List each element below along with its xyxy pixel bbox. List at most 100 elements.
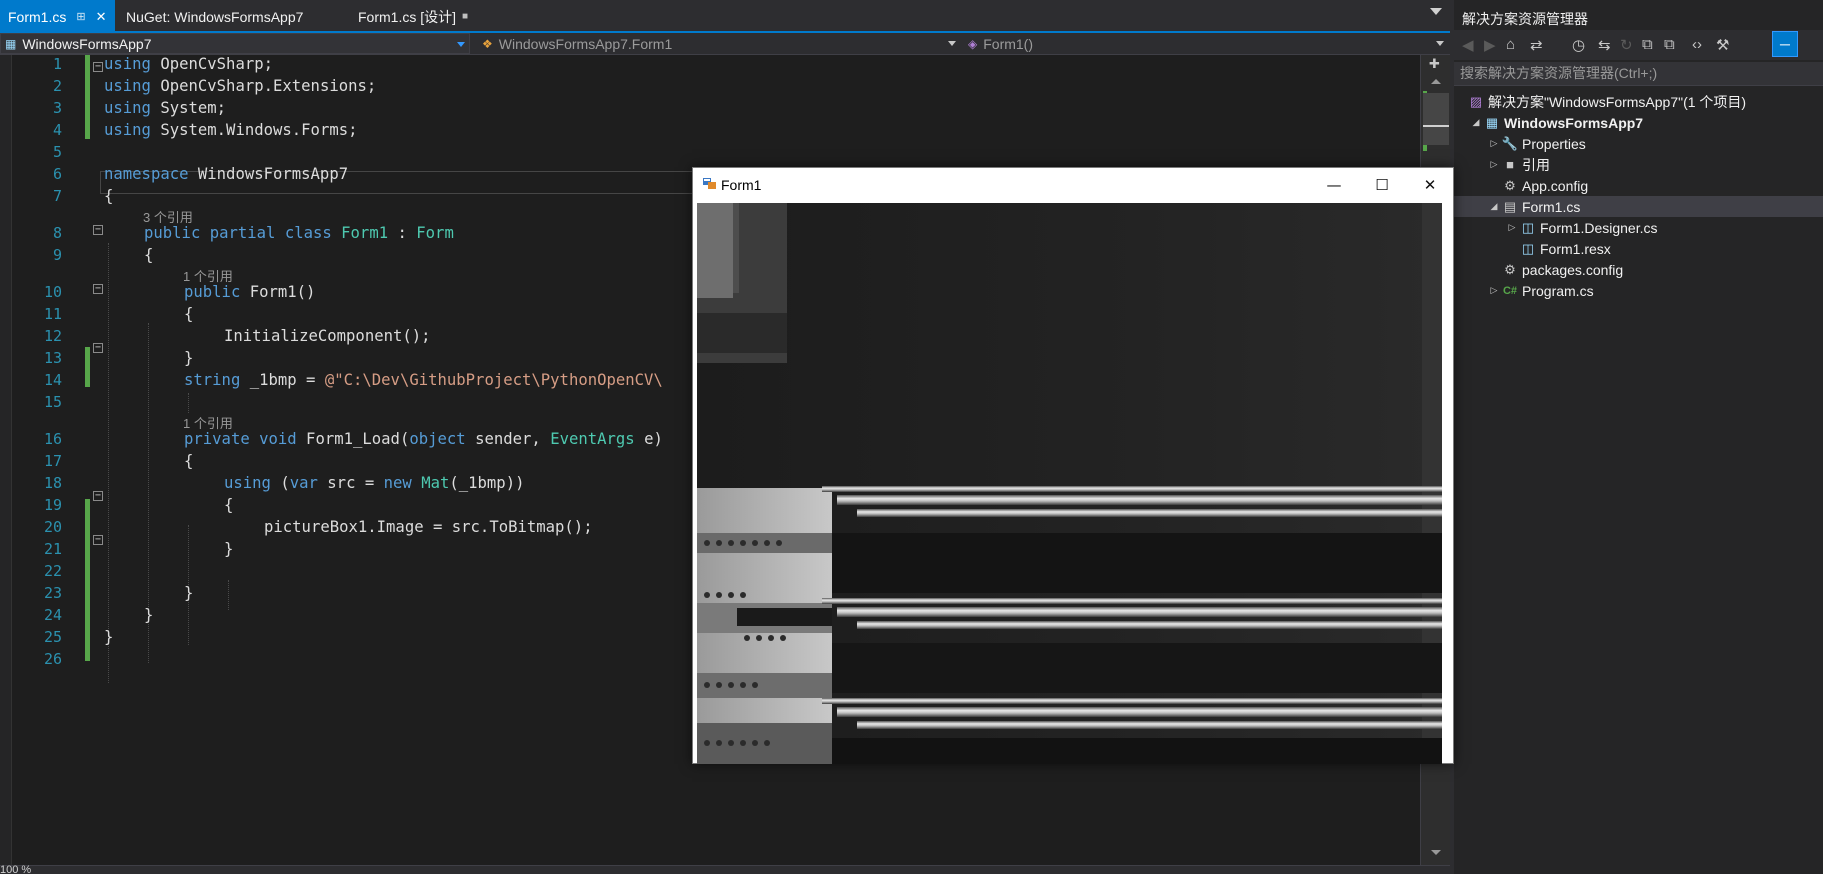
visual-studio-window: { "tabs": [ {"label": "Form1.cs", "activ… bbox=[0, 0, 1823, 874]
tab-overflow-dropdown-icon[interactable] bbox=[1430, 8, 1442, 15]
tree-item-project[interactable]: ◢ ▦ WindowsFormsApp7 bbox=[1454, 112, 1823, 133]
code-line: using System; bbox=[104, 99, 227, 117]
tree-item-solution[interactable]: ▨ 解决方案"WindowsFormsApp7"(1 个项目) bbox=[1454, 91, 1823, 112]
navigation-bar: ▦ WindowsFormsApp7 ❖ WindowsFormsApp7.Fo… bbox=[0, 33, 1450, 55]
scroll-down-icon[interactable] bbox=[1431, 850, 1441, 855]
tree-item-form1-cs[interactable]: ◢ ▤ Form1.cs bbox=[1454, 196, 1823, 217]
code-line: InitializeComponent(); bbox=[224, 327, 431, 345]
tree-item-form1-designer[interactable]: ▷ ◫ Form1.Designer.cs bbox=[1454, 217, 1823, 238]
back-icon[interactable]: ◀ bbox=[1462, 36, 1474, 54]
tab-nuget[interactable]: NuGet: WindowsFormsApp7 bbox=[118, 0, 311, 33]
properties-icon[interactable]: ⚒ bbox=[1716, 36, 1729, 54]
line-number: 17 bbox=[43, 452, 62, 470]
tree-item-app-config[interactable]: ⚙ App.config bbox=[1454, 175, 1823, 196]
forward-icon[interactable]: ▶ bbox=[1484, 36, 1496, 54]
code-line: pictureBox1.Image = src.ToBitmap(); bbox=[264, 518, 593, 536]
tree-item-packages-config[interactable]: ⚙ packages.config bbox=[1454, 259, 1823, 280]
collapsed-icon[interactable]: ▷ bbox=[1488, 159, 1500, 170]
tree-item-references[interactable]: ▷ ■ 引用 bbox=[1454, 154, 1823, 175]
minimize-button[interactable]: — bbox=[1310, 168, 1358, 202]
collapsed-icon[interactable]: ▷ bbox=[1506, 222, 1518, 233]
scroll-caret-marker bbox=[1423, 125, 1449, 127]
close-icon[interactable]: ✕ bbox=[96, 9, 107, 25]
line-number: 21 bbox=[43, 540, 62, 558]
fold-toggle[interactable]: − bbox=[93, 284, 103, 294]
member-dropdown[interactable]: ◈ Form1() bbox=[964, 33, 1448, 54]
code-line: namespace WindowsFormsApp7 bbox=[104, 165, 349, 183]
minimize-icon: — bbox=[1326, 176, 1342, 194]
expanded-icon[interactable]: ◢ bbox=[1470, 117, 1482, 128]
show-all-files-icon[interactable]: ⧉ bbox=[1664, 36, 1675, 53]
line-number: 1 bbox=[52, 55, 62, 73]
editor-margin bbox=[0, 55, 12, 865]
code-line: public partial class Form1 : Form bbox=[144, 224, 454, 242]
fold-toggle[interactable]: − bbox=[93, 535, 103, 545]
switch-views-icon[interactable]: ⇆ bbox=[1598, 36, 1611, 54]
chevron-down-icon bbox=[1436, 41, 1444, 46]
form-app-icon bbox=[703, 178, 716, 189]
collapsed-icon[interactable]: ▷ bbox=[1488, 138, 1500, 149]
expanded-icon[interactable]: ◢ bbox=[1488, 201, 1500, 212]
collapse-all-icon[interactable]: ⧉ bbox=[1642, 36, 1653, 53]
tree-item-label: Program.cs bbox=[1522, 282, 1594, 299]
preview-icon[interactable]: ─ bbox=[1772, 31, 1798, 57]
sync-icon[interactable]: ⇄ bbox=[1530, 36, 1543, 54]
line-number: 25 bbox=[43, 628, 62, 646]
tab-label: Form1.cs bbox=[8, 8, 67, 25]
tree-item-label: App.config bbox=[1522, 177, 1589, 194]
indent-guide bbox=[108, 243, 109, 683]
line-number: 16 bbox=[43, 430, 62, 448]
member-dropdown-label: Form1() bbox=[983, 35, 1034, 52]
line-number: 8 bbox=[52, 224, 62, 242]
fold-toggle[interactable]: − bbox=[93, 225, 103, 235]
fold-toggle[interactable]: − bbox=[93, 62, 103, 72]
maximize-icon: ☐ bbox=[1375, 176, 1389, 194]
document-tab-strip: Form1.cs ⊞ ✕ NuGet: WindowsFormsApp7 For… bbox=[0, 0, 1450, 33]
project-dropdown[interactable]: ▦ WindowsFormsApp7 bbox=[0, 33, 470, 54]
chevron-down-icon bbox=[457, 42, 465, 47]
tree-item-program-cs[interactable]: ▷ C# Program.cs bbox=[1454, 280, 1823, 301]
solution-explorer-title: 解决方案资源管理器 bbox=[1462, 11, 1588, 27]
tree-item-form1-resx[interactable]: ◫ Form1.resx bbox=[1454, 238, 1823, 259]
collapsed-icon[interactable]: ▷ bbox=[1488, 285, 1500, 296]
line-number: 2 bbox=[52, 77, 62, 95]
chevron-down-icon bbox=[948, 41, 956, 46]
line-number: 19 bbox=[43, 496, 62, 514]
code-line: using OpenCvSharp.Extensions; bbox=[104, 77, 377, 95]
class-dropdown[interactable]: ❖ WindowsFormsApp7.Form1 bbox=[478, 33, 960, 54]
solution-icon: ▨ bbox=[1469, 93, 1483, 109]
scrollbar-thumb[interactable] bbox=[1423, 93, 1449, 145]
line-number: 18 bbox=[43, 474, 62, 492]
form1-titlebar[interactable]: Form1 — ☐ ✕ bbox=[693, 168, 1453, 202]
wrench-icon: 🔧 bbox=[1501, 135, 1519, 151]
split-editor-icon[interactable]: ✚ bbox=[1429, 57, 1440, 72]
tab-form1-cs[interactable]: Form1.cs ⊞ ✕ bbox=[0, 0, 115, 33]
view-code-icon[interactable]: ‹› bbox=[1692, 36, 1702, 53]
form1-window[interactable]: Form1 — ☐ ✕ bbox=[692, 167, 1454, 764]
search-input[interactable] bbox=[1460, 65, 1800, 81]
home-icon[interactable]: ⌂ bbox=[1506, 36, 1515, 53]
line-number: 22 bbox=[43, 562, 62, 580]
pin-icon[interactable]: ⊞ bbox=[76, 10, 85, 23]
refresh-icon[interactable]: ↻ bbox=[1620, 36, 1633, 54]
line-number: 11 bbox=[43, 305, 62, 323]
zoom-level-dropdown[interactable]: 100 % bbox=[0, 864, 31, 874]
line-number: 15 bbox=[43, 393, 62, 411]
references-icon: ■ bbox=[1506, 157, 1514, 172]
maximize-button[interactable]: ☐ bbox=[1358, 168, 1406, 202]
code-line: public Form1() bbox=[184, 283, 316, 301]
fold-toggle[interactable]: − bbox=[93, 343, 103, 353]
cs-file-icon: C# bbox=[1502, 284, 1518, 297]
solution-explorer-search[interactable] bbox=[1454, 62, 1823, 86]
project-dropdown-label: WindowsFormsApp7 bbox=[22, 35, 152, 52]
scroll-up-icon[interactable] bbox=[1431, 79, 1441, 84]
code-line: using System.Windows.Forms; bbox=[104, 121, 358, 139]
tree-item-properties[interactable]: ▷ 🔧 Properties bbox=[1454, 133, 1823, 154]
fold-toggle[interactable]: − bbox=[93, 491, 103, 501]
grayscale-photo bbox=[697, 203, 1442, 764]
close-button[interactable]: ✕ bbox=[1406, 168, 1454, 202]
history-icon[interactable]: ◷ bbox=[1572, 36, 1585, 54]
tab-form1-designer[interactable]: Form1.cs [设计] ■ bbox=[350, 0, 476, 33]
cs-file-icon: ◫ bbox=[1521, 219, 1535, 235]
tree-item-label: Form1.Designer.cs bbox=[1540, 219, 1658, 236]
